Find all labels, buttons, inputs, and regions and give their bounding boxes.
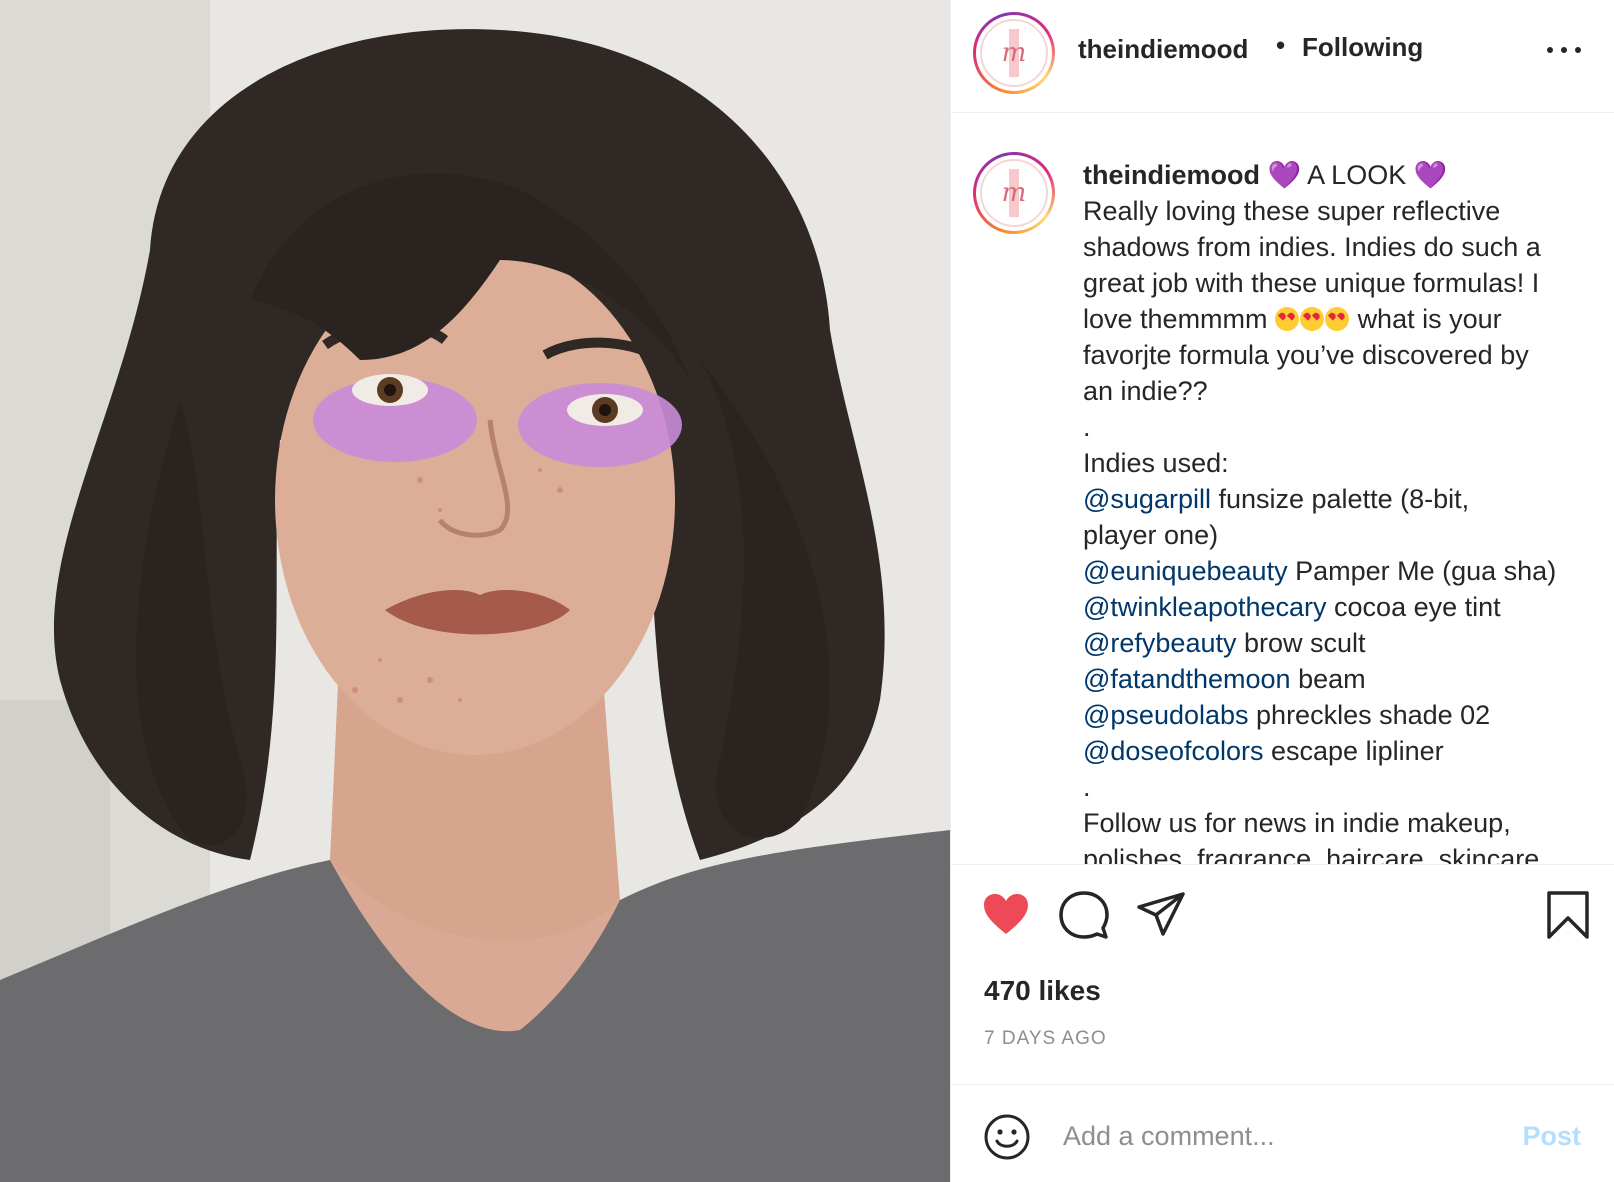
brand-logo-icon: m bbox=[980, 19, 1048, 87]
post-photo[interactable] bbox=[0, 0, 950, 1182]
post-comment-button[interactable]: Post bbox=[1522, 1121, 1581, 1152]
caption-line: Indies used: bbox=[1083, 448, 1229, 478]
product-text: player one) bbox=[1083, 520, 1219, 550]
caption-love-text: love themmmm bbox=[1083, 304, 1268, 334]
caption-line: polishes, fragrance, haircare, skincare bbox=[1083, 844, 1540, 865]
caption-line: favorjte formula you’ve discovered by bbox=[1083, 340, 1529, 370]
avatar[interactable]: m bbox=[973, 12, 1055, 94]
heart-eyes-emoji-icon bbox=[1275, 304, 1350, 334]
product-text: phreckles shade 02 bbox=[1248, 700, 1491, 730]
comments-area[interactable]: m theindiemood 💜 A LOOK 💜 Really loving … bbox=[951, 113, 1614, 865]
caption-line: . bbox=[1083, 772, 1091, 802]
more-horizontal-icon[interactable] bbox=[1547, 40, 1581, 60]
caption-line: an indie?? bbox=[1083, 376, 1208, 406]
separator-dot: • bbox=[1276, 30, 1286, 60]
caption-line: Really loving these super reflective bbox=[1083, 196, 1501, 226]
caption-title: A LOOK bbox=[1307, 160, 1407, 190]
comment-bar: Post bbox=[951, 1084, 1614, 1182]
caption-line: shadows from indies. Indies do such a bbox=[1083, 232, 1541, 262]
post-timestamp[interactable]: 7 DAYS AGO bbox=[984, 1028, 1107, 1050]
product-text: cocoa eye tint bbox=[1326, 592, 1501, 622]
comment-icon[interactable] bbox=[1059, 890, 1109, 940]
brand-logo-icon: m bbox=[980, 159, 1048, 227]
product-text: beam bbox=[1290, 664, 1366, 694]
product-text: escape lipliner bbox=[1263, 736, 1444, 766]
mention-link[interactable]: @fatandthemoon bbox=[1083, 664, 1291, 694]
product-text: brow scult bbox=[1236, 628, 1366, 658]
caption-username[interactable]: theindiemood bbox=[1083, 160, 1260, 190]
product-text: funsize palette (8-bit, bbox=[1210, 484, 1470, 514]
product-text: Pamper Me (gua sha) bbox=[1287, 556, 1557, 586]
caption-line: Follow us for news in indie makeup, bbox=[1083, 808, 1511, 838]
comment-input[interactable] bbox=[1063, 1111, 1483, 1161]
purple-heart-emoji: 💜 bbox=[1413, 160, 1448, 190]
smiley-icon[interactable] bbox=[983, 1113, 1031, 1161]
action-bar bbox=[951, 866, 1614, 956]
caption-line: great job with these unique formulas! I bbox=[1083, 268, 1540, 298]
caption-line: . bbox=[1083, 412, 1091, 442]
caption-avatar[interactable]: m bbox=[973, 152, 1055, 234]
share-icon[interactable] bbox=[1136, 890, 1186, 940]
mention-link[interactable]: @refybeauty bbox=[1083, 628, 1236, 658]
post-username[interactable]: theindiemood bbox=[1078, 34, 1248, 65]
mention-link[interactable]: @sugarpill bbox=[1083, 484, 1211, 514]
mention-link[interactable]: @euniquebeauty bbox=[1083, 556, 1288, 586]
post-caption: theindiemood 💜 A LOOK 💜 Really loving th… bbox=[1083, 157, 1583, 865]
mention-link[interactable]: @pseudolabs bbox=[1083, 700, 1249, 730]
caption-love-suffix: what is your bbox=[1357, 304, 1502, 334]
mention-link[interactable]: @doseofcolors bbox=[1083, 736, 1264, 766]
post-panel: m theindiemood • Following m theindiemoo… bbox=[950, 0, 1614, 1182]
post-header: m theindiemood • Following bbox=[951, 0, 1614, 113]
selfie-image bbox=[0, 0, 950, 1182]
mention-link[interactable]: @twinkleapothecary bbox=[1083, 592, 1327, 622]
likes-count[interactable]: 470 likes bbox=[984, 975, 1101, 1007]
heart-filled-icon[interactable] bbox=[981, 890, 1031, 940]
purple-heart-emoji: 💜 bbox=[1267, 160, 1302, 190]
following-button[interactable]: Following bbox=[1302, 32, 1423, 63]
bookmark-icon[interactable] bbox=[1543, 890, 1593, 940]
